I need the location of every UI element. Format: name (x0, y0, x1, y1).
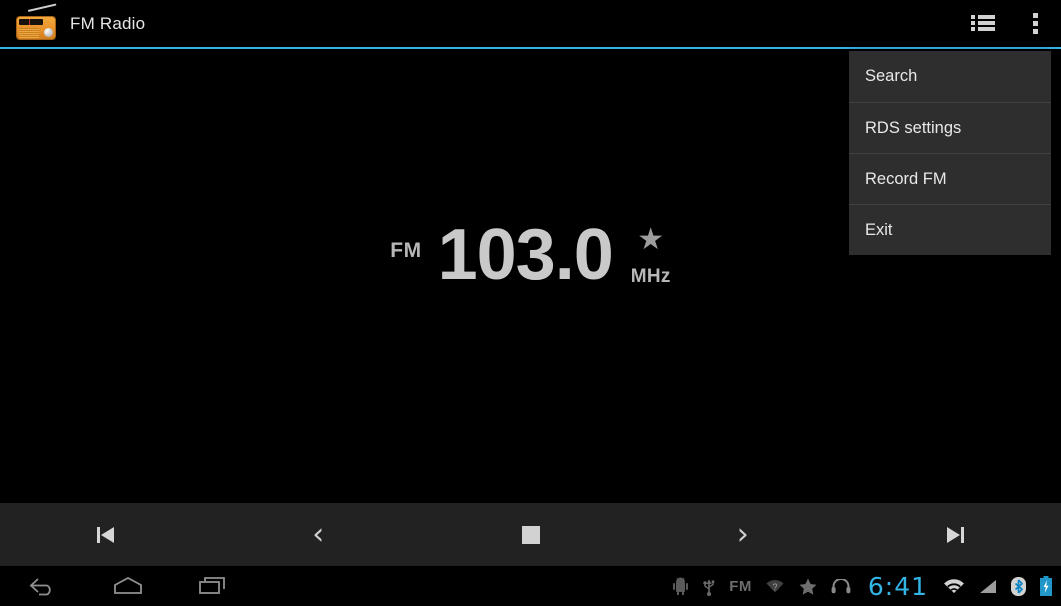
wifi-icon (943, 578, 965, 595)
nav-key-group (0, 566, 255, 606)
radio-speaker-grille (19, 27, 39, 38)
band-label: FM (390, 239, 422, 262)
svg-text:?: ? (772, 582, 777, 592)
menu-item-record-fm[interactable]: Record FM (849, 153, 1051, 204)
recents-button[interactable] (170, 566, 255, 606)
radio-display (19, 18, 43, 25)
overflow-menu-icon (1032, 13, 1038, 34)
chevron-left-icon: ‹ (312, 516, 325, 552)
menu-item-rds-settings[interactable]: RDS settings (849, 102, 1051, 153)
unit-block: ★ MHz (631, 225, 671, 288)
action-bar: FM Radio (0, 0, 1061, 47)
wifi-unknown-icon: ? (765, 578, 785, 595)
frequency-value: 103.0 (437, 215, 614, 295)
menu-item-exit[interactable]: Exit (849, 204, 1051, 255)
skip-previous-button[interactable] (0, 503, 212, 566)
usb-icon (702, 577, 716, 596)
status-clock: 6:41 (867, 571, 928, 601)
fm-radio-icon (14, 3, 58, 41)
app-title: FM Radio (70, 13, 146, 33)
system-navigation-bar: FM ? 6:41 (0, 566, 1061, 606)
home-icon (113, 576, 142, 594)
frequency-unit: MHz (630, 266, 671, 287)
star-notification-icon (798, 577, 818, 596)
tune-up-button[interactable]: › (637, 503, 849, 566)
bluetooth-icon (1011, 576, 1026, 596)
playback-control-bar: ‹ › (0, 503, 1061, 566)
fm-running-icon: FM (729, 577, 752, 595)
list-icon (971, 15, 995, 32)
status-icon-tray[interactable]: FM ? 6:41 (672, 572, 1061, 601)
home-button[interactable] (85, 566, 170, 606)
fm-radio-app-screen: FM Radio FM 103.0 ★ MHz Search RDS setti… (0, 0, 1061, 606)
star-icon[interactable]: ★ (637, 225, 664, 255)
overflow-menu-button[interactable] (1009, 0, 1061, 47)
recents-icon (198, 577, 225, 594)
skip-previous-icon (96, 525, 116, 545)
radio-needle (29, 18, 30, 25)
battery-charging-icon (1039, 576, 1053, 596)
radio-tuning-knob (44, 27, 53, 37)
back-button[interactable] (0, 566, 85, 606)
radio-antenna (27, 3, 57, 12)
skip-next-button[interactable] (849, 503, 1061, 566)
chevron-right-icon: › (736, 516, 749, 552)
signal-icon (978, 578, 998, 595)
stop-button[interactable] (424, 503, 636, 566)
station-list-button[interactable] (957, 0, 1009, 47)
android-debug-icon (672, 577, 689, 596)
stop-icon (521, 525, 540, 544)
back-icon (29, 578, 51, 596)
tune-down-button[interactable]: ‹ (212, 503, 424, 566)
skip-next-icon (945, 525, 965, 545)
headset-icon (831, 578, 851, 594)
menu-item-search[interactable]: Search (849, 51, 1051, 102)
overflow-dropdown-menu: Search RDS settings Record FM Exit (849, 51, 1051, 255)
